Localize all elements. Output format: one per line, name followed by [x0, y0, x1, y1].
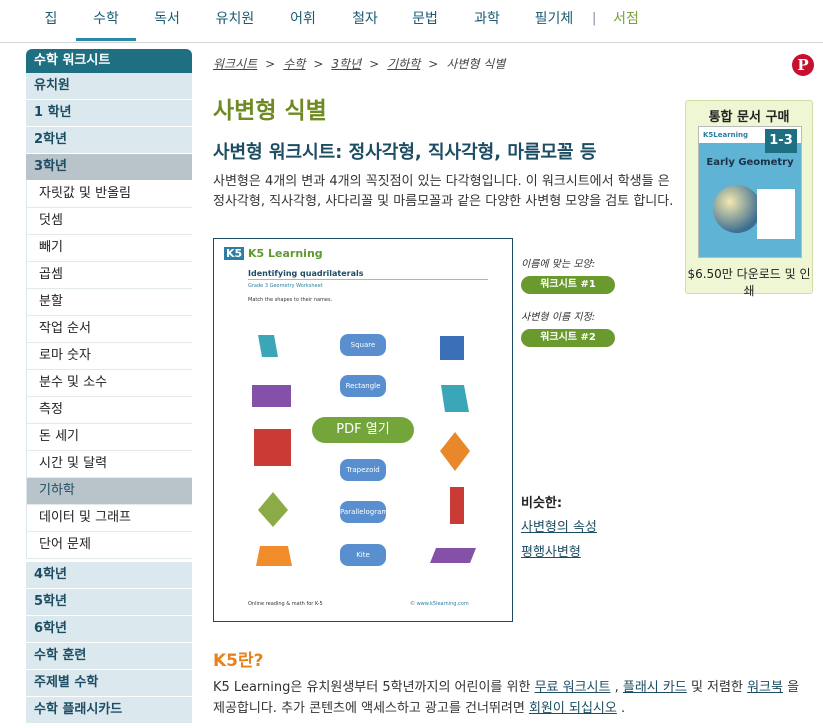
worksheet-2-label: 사변형 이름 지정:: [521, 312, 596, 323]
sidebar-subitem[interactable]: 단어 문제: [26, 532, 192, 559]
book-title: Early Geometry: [706, 157, 794, 168]
nav-reading[interactable]: 독서: [142, 0, 192, 38]
top-navigation: 집 수학 독서 유치원 어휘 철자 문법 과학 필기체 | 서점: [0, 0, 823, 43]
sidebar-subitem[interactable]: 돈 세기: [26, 424, 192, 451]
open-pdf-button[interactable]: PDF 열기: [312, 417, 414, 443]
worksheet-2-button[interactable]: 워크시트 #2: [521, 329, 615, 347]
breadcrumb-current: 사변형 식별: [446, 57, 506, 71]
nav-kindergarten[interactable]: 유치원: [204, 0, 266, 38]
nav-store[interactable]: 서점: [606, 0, 646, 38]
worksheet-footer-right: © www.k5learning.com: [410, 601, 469, 607]
k5-description: K5 Learning은 유치원생부터 5학년까지의 어린이를 위한 무료 워크…: [213, 677, 813, 719]
breadcrumb-grade-3[interactable]: 3학년: [331, 57, 361, 71]
sidebar-subitem[interactable]: 곱셈: [26, 262, 192, 289]
square-shape: [440, 336, 464, 360]
k5-text: 및 저렴한: [686, 680, 748, 695]
parallelogram-shape: [430, 548, 476, 563]
sidebar-item-math-drills[interactable]: 수학 훈련: [26, 643, 192, 670]
sidebar-subitem[interactable]: 자릿값 및 반올림: [26, 181, 192, 208]
sidebar-item-grade-1[interactable]: 1 학년: [26, 100, 192, 127]
sidebar-item-grade-6[interactable]: 6학년: [26, 616, 192, 643]
sidebar-item-grade-3[interactable]: 3학년: [26, 154, 192, 181]
worksheet-label-trapezoid: Trapezoid: [340, 459, 386, 481]
flashcards-link[interactable]: 플래시 카드: [623, 680, 687, 695]
workbook-promo[interactable]: 통합 문서 구매 K5Learning 1-3 Early Geometry $…: [685, 100, 813, 298]
sidebar-subitem[interactable]: 덧셈: [26, 208, 192, 235]
similar-heading: 비슷한:: [521, 496, 563, 511]
k5-text: K5 Learning은 유치원생부터 5학년까지의 어린이를 위한: [213, 680, 535, 695]
trapezoid-shape: [441, 385, 469, 412]
breadcrumb-geometry[interactable]: 기하학: [387, 57, 420, 71]
rectangle-shape: [252, 385, 291, 407]
promo-price: $6.50만 다운로드 및 인쇄: [687, 267, 811, 298]
breadcrumb-separator: >: [369, 57, 380, 71]
sidebar-header: 수학 워크시트: [26, 49, 192, 73]
rhombus-shape: [440, 432, 470, 471]
promo-title: 통합 문서 구매: [708, 110, 790, 125]
breadcrumb-math[interactable]: 수학: [283, 57, 305, 71]
nav-math[interactable]: 수학: [76, 0, 136, 41]
breadcrumb-separator: >: [313, 57, 324, 71]
k5-heading: K5란?: [213, 651, 264, 671]
sidebar-subitem[interactable]: 시간 및 달력: [26, 451, 192, 478]
nav-spelling[interactable]: 철자: [340, 0, 390, 38]
nav-cursive[interactable]: 필기체: [524, 0, 584, 38]
book-inset-card: [757, 189, 795, 239]
sidebar-subitem[interactable]: 작업 순서: [26, 316, 192, 343]
sidebar-item-math-by-topic[interactable]: 주제별 수학: [26, 670, 192, 697]
become-member-link[interactable]: 회원이 되십시오: [529, 701, 617, 716]
breadcrumb-separator: >: [428, 57, 439, 71]
sidebar-subitem[interactable]: 데이터 및 그래프: [26, 505, 192, 532]
sidebar-subitem[interactable]: 측정: [26, 397, 192, 424]
sidebar-item-kindergarten[interactable]: 유치원: [26, 73, 192, 100]
sidebar-item-grade-4[interactable]: 4학년: [26, 562, 192, 589]
nav-vocabulary[interactable]: 어휘: [278, 0, 328, 38]
breadcrumb: 워크시트 > 수학 >3학년 > 기하학 > 사변형 식별: [213, 55, 505, 72]
worksheet-label-square: Square: [340, 334, 386, 356]
rectangle-shape: [450, 487, 464, 524]
similar-link-parallelogram[interactable]: 평행사변형: [521, 541, 581, 560]
nav-grammar[interactable]: 문법: [400, 0, 450, 38]
worksheet-label-rectangle: Rectangle: [340, 375, 386, 397]
page-title: 사변형 식별: [213, 98, 327, 124]
worksheet-label-kite: Kite: [340, 544, 386, 566]
breadcrumb-worksheets[interactable]: 워크시트: [213, 57, 257, 71]
worksheet-preview[interactable]: K5 K5 Learning Identifying quadrilateral…: [213, 238, 513, 622]
worksheet-label-parallelogram: Parallelogram: [340, 501, 388, 523]
page-subtitle: 사변형 워크시트: 정사각형, 직사각형, 마름모꼴 등: [213, 142, 597, 163]
sidebar-item-grade-5[interactable]: 5학년: [26, 589, 192, 616]
sidebar-subitem[interactable]: 분할: [26, 289, 192, 316]
sidebar-subitem[interactable]: 로마 숫자: [26, 343, 192, 370]
sidebar-subitem[interactable]: 빼기: [26, 235, 192, 262]
workbook-cover-image[interactable]: K5Learning 1-3 Early Geometry: [698, 126, 802, 258]
workbooks-link[interactable]: 워크북: [747, 680, 783, 695]
k5-text: ,: [610, 680, 623, 695]
nav-home[interactable]: 집: [30, 0, 72, 38]
worksheet-footer-left: Online reading & math for K-5: [248, 601, 323, 607]
free-worksheets-link[interactable]: 무료 워크시트: [535, 680, 611, 695]
rhombus-shape: [258, 492, 288, 527]
worksheet-1-button[interactable]: 워크시트 #1: [521, 276, 615, 294]
worksheet-1-label: 이름에 맞는 모양:: [521, 259, 596, 270]
sidebar-item-math-flashcards[interactable]: 수학 플래시카드: [26, 697, 192, 724]
nav-science[interactable]: 과학: [462, 0, 512, 38]
similar-link-properties[interactable]: 사변형의 속성: [521, 516, 597, 535]
book-grade: 1-3: [765, 129, 797, 153]
nav-separator: |: [592, 11, 597, 26]
globe-icon: [713, 185, 761, 233]
sidebar-subitem[interactable]: 분수 및 소수: [26, 370, 192, 397]
sidebar: 수학 워크시트 유치원 1 학년 2학년 3학년 자릿값 및 반올림 덧셈 빼기…: [26, 49, 192, 724]
parallelogram-shape: [258, 335, 278, 357]
trapezoid-shape: [256, 546, 292, 566]
k5-text: .: [616, 701, 626, 716]
pinterest-icon[interactable]: P: [792, 54, 814, 76]
sidebar-subitem-geometry[interactable]: 기하학: [26, 478, 192, 505]
square-shape: [254, 429, 291, 466]
intro-text: 사변형은 4개의 변과 4개의 꼭짓점이 있는 다각형입니다. 이 워크시트에서…: [213, 174, 674, 209]
breadcrumb-separator: >: [265, 57, 276, 71]
sidebar-item-grade-2[interactable]: 2학년: [26, 127, 192, 154]
